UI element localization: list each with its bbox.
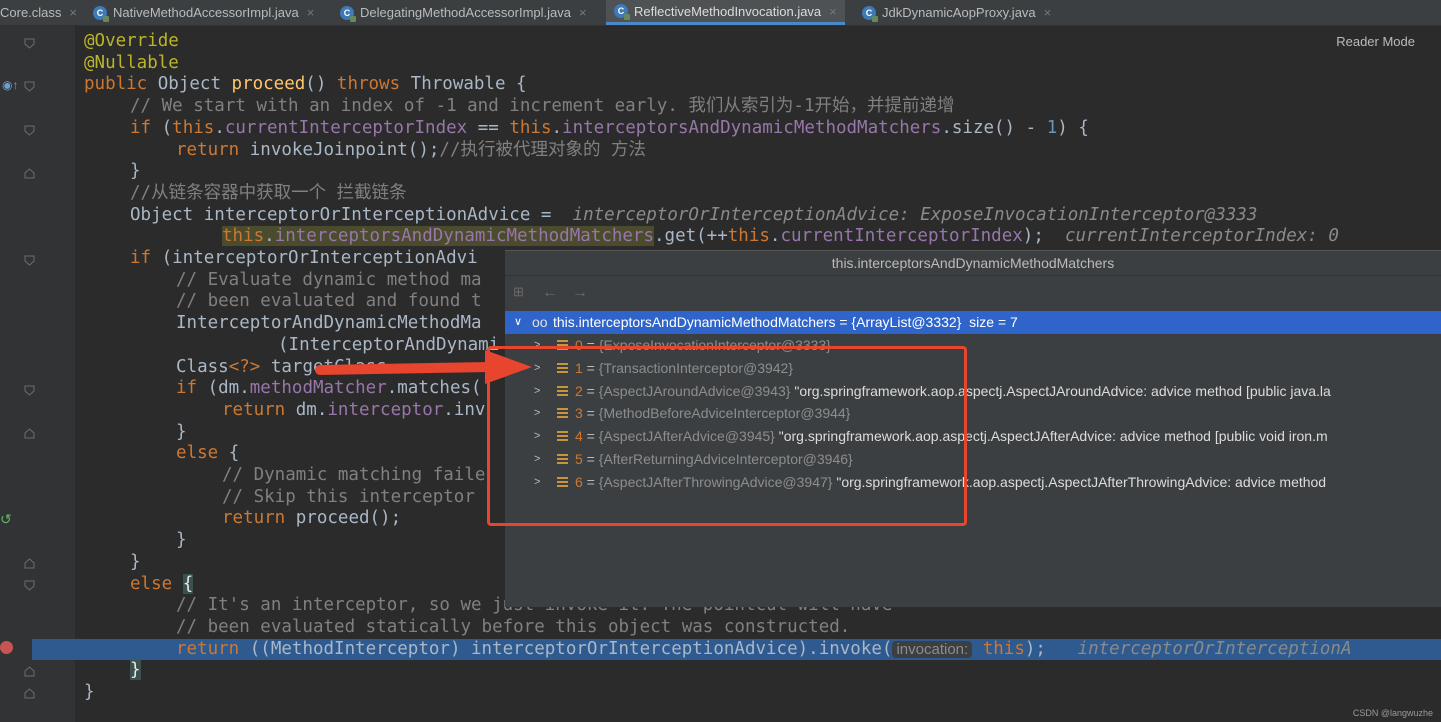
tab-native-method-accessor[interactable]: C NativeMethodAccessorImpl.java × (93, 0, 314, 25)
tab-jdk-dynamic-aop-proxy[interactable]: C JdkDynamicAopProxy.java × (862, 0, 1051, 25)
close-icon[interactable]: × (829, 4, 837, 19)
code-line: //从链条容器中获取一个 拦截链条 (130, 182, 407, 203)
code-line: @Nullable (84, 52, 179, 73)
code-line: this.interceptorsAndDynamicMethodMatcher… (222, 226, 1339, 247)
code-line: } (130, 161, 141, 182)
code-line: else { (176, 443, 240, 464)
java-class-icon: C (862, 5, 878, 22)
forward-arrow-icon[interactable]: → (572, 284, 588, 302)
fold-icon[interactable] (24, 580, 35, 591)
code-line: if (this.currentInterceptorIndex == this… (130, 117, 1089, 138)
code-line: return invokeJoinpoint();//执行被代理对象的 方法 (176, 139, 647, 160)
code-line: // We start with an index of -1 and incr… (130, 96, 955, 117)
code-line: // Skip this interceptor (222, 486, 475, 507)
popup-toolbar: ⊞ ← → (505, 276, 1441, 310)
editor-gutter (0, 26, 75, 722)
fold-icon[interactable] (24, 428, 35, 439)
fold-icon[interactable] (24, 168, 35, 179)
java-class-icon: C (93, 5, 109, 22)
close-icon[interactable]: × (307, 5, 315, 20)
watermark: CSDN @langwuzhe (1352, 708, 1433, 718)
fold-icon[interactable] (24, 81, 35, 92)
fold-icon[interactable] (24, 558, 35, 569)
annotation-box (487, 346, 967, 526)
code-line: // Dynamic matching faile (222, 465, 486, 485)
code-line: return proceed(); (222, 508, 402, 529)
code-line: // Evaluate dynamic method ma (176, 269, 482, 290)
code-line: } (130, 660, 141, 681)
fold-icon[interactable] (24, 125, 35, 136)
tree-root-row[interactable]: ∨ oo this.interceptorsAndDynamicMethodMa… (505, 311, 1441, 334)
fold-icon[interactable] (24, 255, 35, 266)
reader-mode-button[interactable]: Reader Mode (1336, 34, 1415, 49)
close-icon[interactable]: × (579, 5, 587, 20)
code-line: if (interceptorOrInterceptionAdvi (130, 248, 478, 268)
java-class-icon: C (340, 5, 356, 22)
tab-label: JdkDynamicAopProxy.java (882, 5, 1036, 20)
code-line: } (176, 421, 187, 442)
tab-label: Core.class (0, 5, 62, 20)
tab-label: DelegatingMethodAccessorImpl.java (360, 5, 571, 20)
popup-title: this.interceptorsAndDynamicMethodMatcher… (505, 251, 1441, 276)
code-line: } (130, 551, 141, 572)
code-line: @Override (84, 31, 179, 51)
fold-icon[interactable] (24, 666, 35, 677)
back-arrow-icon[interactable]: ← (542, 284, 558, 302)
inline-debug-value: currentInterceptorIndex: 0 (1064, 226, 1339, 247)
fold-icon[interactable] (24, 688, 35, 699)
inline-debug-value: interceptorOrInterceptionA (1077, 638, 1352, 659)
close-icon[interactable]: × (1044, 5, 1052, 20)
editor-tab-bar: Core.class × C NativeMethodAccessorImpl.… (0, 0, 1441, 26)
code-line: // been evaluated and found t (176, 291, 482, 312)
recursive-call-icon[interactable]: ↺ (0, 511, 12, 528)
code-line: } (84, 682, 95, 702)
annotation-arrow (315, 350, 532, 384)
java-class-icon: C (614, 4, 630, 20)
close-icon[interactable]: × (69, 5, 77, 20)
code-line: // been evaluated statically before this… (176, 616, 851, 637)
inline-debug-value: interceptorOrInterceptionAdvice: ExposeI… (572, 204, 1258, 225)
tab-core-class[interactable]: Core.class × (0, 0, 77, 25)
tab-delegating-method-accessor[interactable]: C DelegatingMethodAccessorImpl.java × (340, 0, 587, 25)
fold-icon[interactable] (24, 385, 35, 396)
hierarchy-icon[interactable]: ⊞ (513, 284, 524, 300)
override-icon[interactable]: ◉↑ (2, 78, 18, 92)
code-line-current: return ((MethodInterceptor) interceptorO… (176, 638, 1352, 659)
code-line: else { (130, 573, 194, 594)
parameter-hint: invocation: (892, 640, 973, 658)
fold-icon[interactable] (24, 38, 35, 49)
code-line: return dm.interceptor.inv (222, 399, 486, 420)
breakpoint-icon[interactable] (0, 641, 13, 654)
tab-label: ReflectiveMethodInvocation.java (634, 3, 822, 19)
tab-label: NativeMethodAccessorImpl.java (113, 5, 299, 20)
code-line: } (176, 530, 187, 551)
code-line: public Object proceed() throws Throwable… (84, 74, 527, 95)
code-line: Object interceptorOrInterceptionAdvice =… (130, 204, 1258, 225)
tab-reflective-method-invocation[interactable]: C ReflectiveMethodInvocation.java × (606, 0, 845, 25)
